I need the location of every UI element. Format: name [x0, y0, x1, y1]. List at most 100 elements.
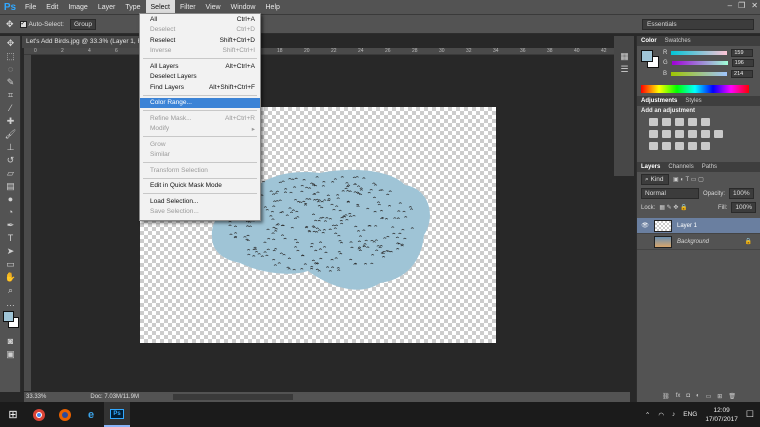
- layer-name[interactable]: Background: [677, 239, 709, 245]
- red-slider[interactable]: [671, 51, 728, 55]
- eraser-tool-icon[interactable]: ▱: [3, 167, 18, 179]
- language-indicator[interactable]: ENG: [683, 411, 697, 418]
- menu-item-color-range[interactable]: Color Range...: [140, 97, 260, 108]
- quick-select-tool-icon[interactable]: ✎: [3, 76, 18, 88]
- tab-adjustments[interactable]: Adjustments: [641, 98, 677, 104]
- brightness-contrast-icon[interactable]: [649, 118, 658, 126]
- levels-icon[interactable]: [662, 118, 671, 126]
- more-tools-icon[interactable]: …: [3, 297, 18, 309]
- curves-icon[interactable]: [675, 118, 684, 126]
- auto-select-checkbox[interactable]: ✓ Auto-Select:: [19, 20, 64, 28]
- new-layer-icon[interactable]: ⊞: [717, 393, 722, 400]
- menu-item-transform-selection[interactable]: Transform Selection: [140, 165, 260, 176]
- mask-icon[interactable]: ◘: [686, 393, 690, 400]
- green-value-field[interactable]: 196: [731, 58, 754, 67]
- photoshop-taskbar-icon[interactable]: Ps: [104, 402, 130, 427]
- crop-tool-icon[interactable]: ⌗: [3, 89, 18, 101]
- link-icon[interactable]: ⛓: [662, 393, 670, 400]
- menu-item-save-selection[interactable]: Save Selection...: [140, 207, 260, 218]
- menu-item-load-selection[interactable]: Load Selection...: [140, 196, 260, 207]
- zoom-tool-icon[interactable]: ⌕: [3, 284, 18, 296]
- tab-paths[interactable]: Paths: [702, 164, 717, 170]
- tab-channels[interactable]: Channels: [668, 164, 693, 170]
- menu-item-modify[interactable]: Modify ▸: [140, 124, 260, 135]
- gradient-tool-icon[interactable]: ▤: [3, 180, 18, 192]
- foreground-background-swatch[interactable]: [3, 311, 19, 333]
- menu-layer[interactable]: Layer: [93, 0, 121, 15]
- menu-item-grow[interactable]: Grow: [140, 139, 260, 150]
- menu-item-inverse[interactable]: Inverse Shift+Ctrl+I: [140, 46, 260, 57]
- invert-icon[interactable]: [649, 142, 658, 150]
- maximize-button[interactable]: ❐: [738, 1, 745, 10]
- close-button[interactable]: ✕: [751, 1, 758, 10]
- folder-icon[interactable]: ▭: [706, 393, 712, 400]
- quick-mask-icon[interactable]: ◙: [3, 335, 18, 347]
- menu-edit[interactable]: Edit: [41, 0, 63, 15]
- pen-tool-icon[interactable]: ✒: [3, 219, 18, 231]
- tab-swatches[interactable]: Swatches: [665, 38, 691, 44]
- edge-icon[interactable]: e: [78, 402, 104, 427]
- blend-mode-dropdown[interactable]: Normal: [641, 188, 699, 199]
- black-white-icon[interactable]: [675, 130, 684, 138]
- menu-file[interactable]: File: [20, 0, 41, 15]
- selective-color-icon[interactable]: [701, 142, 710, 150]
- hue-saturation-icon[interactable]: [649, 130, 658, 138]
- lasso-tool-icon[interactable]: ◌: [3, 63, 18, 75]
- notification-icon[interactable]: ☐: [746, 409, 754, 420]
- properties-panel-icon[interactable]: ☰: [617, 63, 632, 75]
- chrome-icon[interactable]: [26, 402, 52, 427]
- foreground-color-swatch[interactable]: [3, 311, 14, 322]
- dodge-tool-icon[interactable]: ◔: [3, 206, 18, 218]
- menu-item-edit-in-quick-mask-mode[interactable]: Edit in Quick Mask Mode: [140, 181, 260, 192]
- move-tool-icon[interactable]: ✥: [6, 19, 14, 30]
- firefox-icon[interactable]: [52, 402, 78, 427]
- workspace-switcher[interactable]: Essentials: [642, 19, 754, 30]
- menu-item-all-layers[interactable]: All Layers Alt+Ctrl+A: [140, 61, 260, 72]
- volume-icon[interactable]: ♪: [672, 411, 675, 418]
- posterize-icon[interactable]: [662, 142, 671, 150]
- channel-mixer-icon[interactable]: [701, 130, 710, 138]
- layer-row[interactable]: Background 🔒: [637, 234, 760, 250]
- red-value-field[interactable]: 159: [731, 49, 754, 57]
- gradient-map-icon[interactable]: [688, 142, 697, 150]
- doc-size-info[interactable]: Doc: 7.03M/11.9M: [90, 394, 139, 400]
- menu-item-deselect[interactable]: Deselect Ctrl+D: [140, 25, 260, 36]
- history-panel-icon[interactable]: ▦: [617, 50, 632, 62]
- minimize-button[interactable]: –: [728, 1, 732, 10]
- eyedropper-tool-icon[interactable]: ⁄: [3, 102, 18, 114]
- document-tab[interactable]: Let's Add Birds.jpg @ 33.3% (Layer 1, R: [22, 36, 142, 48]
- threshold-icon[interactable]: [675, 142, 684, 150]
- trash-icon[interactable]: 🗑: [728, 393, 736, 400]
- blur-tool-icon[interactable]: ●: [3, 193, 18, 205]
- menu-item-reselect[interactable]: Reselect Shift+Ctrl+D: [140, 35, 260, 46]
- menu-help[interactable]: Help: [261, 0, 285, 15]
- blue-slider[interactable]: [671, 71, 728, 76]
- color-balance-icon[interactable]: [662, 130, 671, 138]
- vibrance-icon[interactable]: [701, 118, 710, 126]
- blue-value-field[interactable]: 214: [731, 69, 754, 78]
- adjustment-layer-icon[interactable]: ◐: [696, 393, 700, 400]
- color-spectrum-bar[interactable]: [641, 85, 749, 93]
- layer-row[interactable]: 👁 Layer 1: [637, 218, 760, 234]
- panel-foreground-swatch[interactable]: [641, 50, 653, 62]
- photo-filter-icon[interactable]: [688, 130, 697, 138]
- green-slider[interactable]: [671, 60, 728, 65]
- fx-icon[interactable]: fx: [676, 393, 681, 400]
- clone-stamp-tool-icon[interactable]: ⊥: [3, 141, 18, 153]
- brush-tool-icon[interactable]: 🖌: [3, 128, 18, 140]
- visibility-eye-icon[interactable]: 👁: [641, 222, 649, 229]
- tab-styles[interactable]: Styles: [685, 98, 701, 104]
- tab-color[interactable]: Color: [641, 38, 657, 44]
- color-lookup-icon[interactable]: [714, 130, 723, 138]
- chevron-up-icon[interactable]: ⌃: [645, 411, 650, 419]
- layer-kind-filter[interactable]: ⌕ Kind: [641, 174, 669, 185]
- horizontal-scrollbar[interactable]: [172, 394, 293, 400]
- move-tool-icon[interactable]: ✥: [3, 37, 18, 49]
- marquee-tool-icon[interactable]: ⬚: [3, 50, 18, 62]
- zoom-level[interactable]: 33.33%: [26, 394, 46, 400]
- opacity-field[interactable]: 100%: [729, 188, 754, 199]
- menu-item-similar[interactable]: Similar: [140, 150, 260, 161]
- windows-start-icon[interactable]: ⊞: [0, 402, 26, 427]
- fill-field[interactable]: 100%: [731, 202, 756, 213]
- path-selection-tool-icon[interactable]: ➤: [3, 245, 18, 257]
